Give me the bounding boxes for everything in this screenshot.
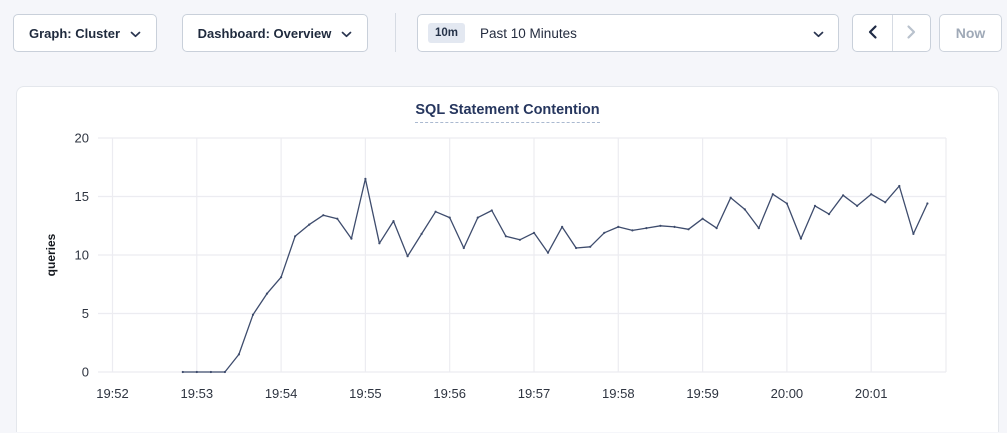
data-point (589, 246, 591, 248)
data-point (603, 232, 605, 234)
data-point (533, 232, 535, 234)
chevron-down-icon (341, 31, 352, 38)
data-point (378, 242, 380, 244)
data-point (926, 202, 928, 204)
data-point (519, 239, 521, 241)
chevron-down-icon (813, 31, 824, 38)
x-tick-label: 20:01 (855, 386, 888, 401)
time-step-buttons (852, 14, 931, 52)
data-point (730, 197, 732, 199)
data-point (505, 235, 507, 237)
data-point (645, 227, 647, 229)
x-tick-label: 19:58 (602, 386, 635, 401)
data-point (786, 202, 788, 204)
graph-dropdown-label: Graph: Cluster (29, 26, 120, 41)
y-tick-label: 0 (82, 365, 89, 380)
series-line-queries (183, 179, 928, 372)
data-point (407, 255, 409, 257)
x-tick-label: 19:52 (96, 386, 129, 401)
y-axis-label: queries (44, 233, 58, 276)
data-point (196, 371, 198, 373)
graph-dropdown[interactable]: Graph: Cluster (13, 14, 157, 52)
data-point (828, 213, 830, 215)
data-point (673, 226, 675, 228)
data-point (224, 371, 226, 373)
data-point (491, 209, 493, 211)
data-point (463, 247, 465, 249)
now-button[interactable]: Now (939, 14, 1002, 52)
data-point (280, 276, 282, 278)
data-point (687, 228, 689, 230)
chevron-left-icon (867, 24, 878, 43)
data-point (547, 252, 549, 254)
x-tick-label: 19:56 (433, 386, 466, 401)
data-point (477, 217, 479, 219)
data-point (210, 371, 212, 373)
data-point (182, 371, 184, 373)
y-tick-label: 20 (75, 131, 89, 146)
time-range-badge: 10m (428, 23, 465, 43)
toolbar: Graph: Cluster Dashboard: Overview 10m P… (0, 0, 1007, 70)
time-range-dropdown[interactable]: 10m Past 10 Minutes (417, 14, 839, 52)
chart-card: SQL Statement Contention 0510152019:5219… (16, 86, 999, 432)
data-point (252, 314, 254, 316)
data-point (364, 178, 366, 180)
data-point (898, 185, 900, 187)
y-tick-label: 5 (82, 306, 89, 321)
dashboard-dropdown[interactable]: Dashboard: Overview (182, 14, 368, 52)
data-point (758, 227, 760, 229)
data-point (772, 193, 774, 195)
chevron-right-icon (906, 24, 917, 43)
data-point (744, 208, 746, 210)
data-point (421, 233, 423, 235)
data-point (884, 201, 886, 203)
time-range-label: Past 10 Minutes (480, 26, 577, 41)
data-point (856, 205, 858, 207)
dashboard-dropdown-label: Dashboard: Overview (198, 26, 332, 41)
x-tick-label: 20:00 (771, 386, 804, 401)
data-point (561, 226, 563, 228)
data-point (912, 233, 914, 235)
x-tick-label: 19:54 (265, 386, 298, 401)
sql-statement-contention-chart[interactable]: 0 5 10 15 20 19:52 19:53 19:54 19:55 19:56 19:57 19… (17, 87, 1000, 433)
x-tick-label: 19:57 (518, 386, 551, 401)
data-point (617, 226, 619, 228)
data-point (350, 238, 352, 240)
y-tick-label: 15 (75, 189, 89, 204)
x-tick-label: 19:59 (686, 386, 719, 401)
time-next-button[interactable] (892, 15, 931, 51)
data-point (842, 194, 844, 196)
data-point (631, 229, 633, 231)
data-point (294, 235, 296, 237)
data-point (575, 247, 577, 249)
data-point (435, 211, 437, 213)
data-point (336, 218, 338, 220)
data-point (392, 220, 394, 222)
data-point (870, 193, 872, 195)
data-point (702, 218, 704, 220)
data-point (814, 205, 816, 207)
x-tick-label: 19:55 (349, 386, 382, 401)
data-point (322, 214, 324, 216)
data-point (238, 353, 240, 355)
data-point (266, 293, 268, 295)
data-point (308, 224, 310, 226)
chevron-down-icon (130, 31, 141, 38)
x-tick-label: 19:53 (181, 386, 214, 401)
time-prev-button[interactable] (853, 15, 892, 51)
toolbar-divider (395, 13, 396, 52)
data-point (449, 217, 451, 219)
data-point (800, 238, 802, 240)
y-tick-label: 10 (75, 248, 89, 263)
data-point (659, 225, 661, 227)
data-point (716, 227, 718, 229)
